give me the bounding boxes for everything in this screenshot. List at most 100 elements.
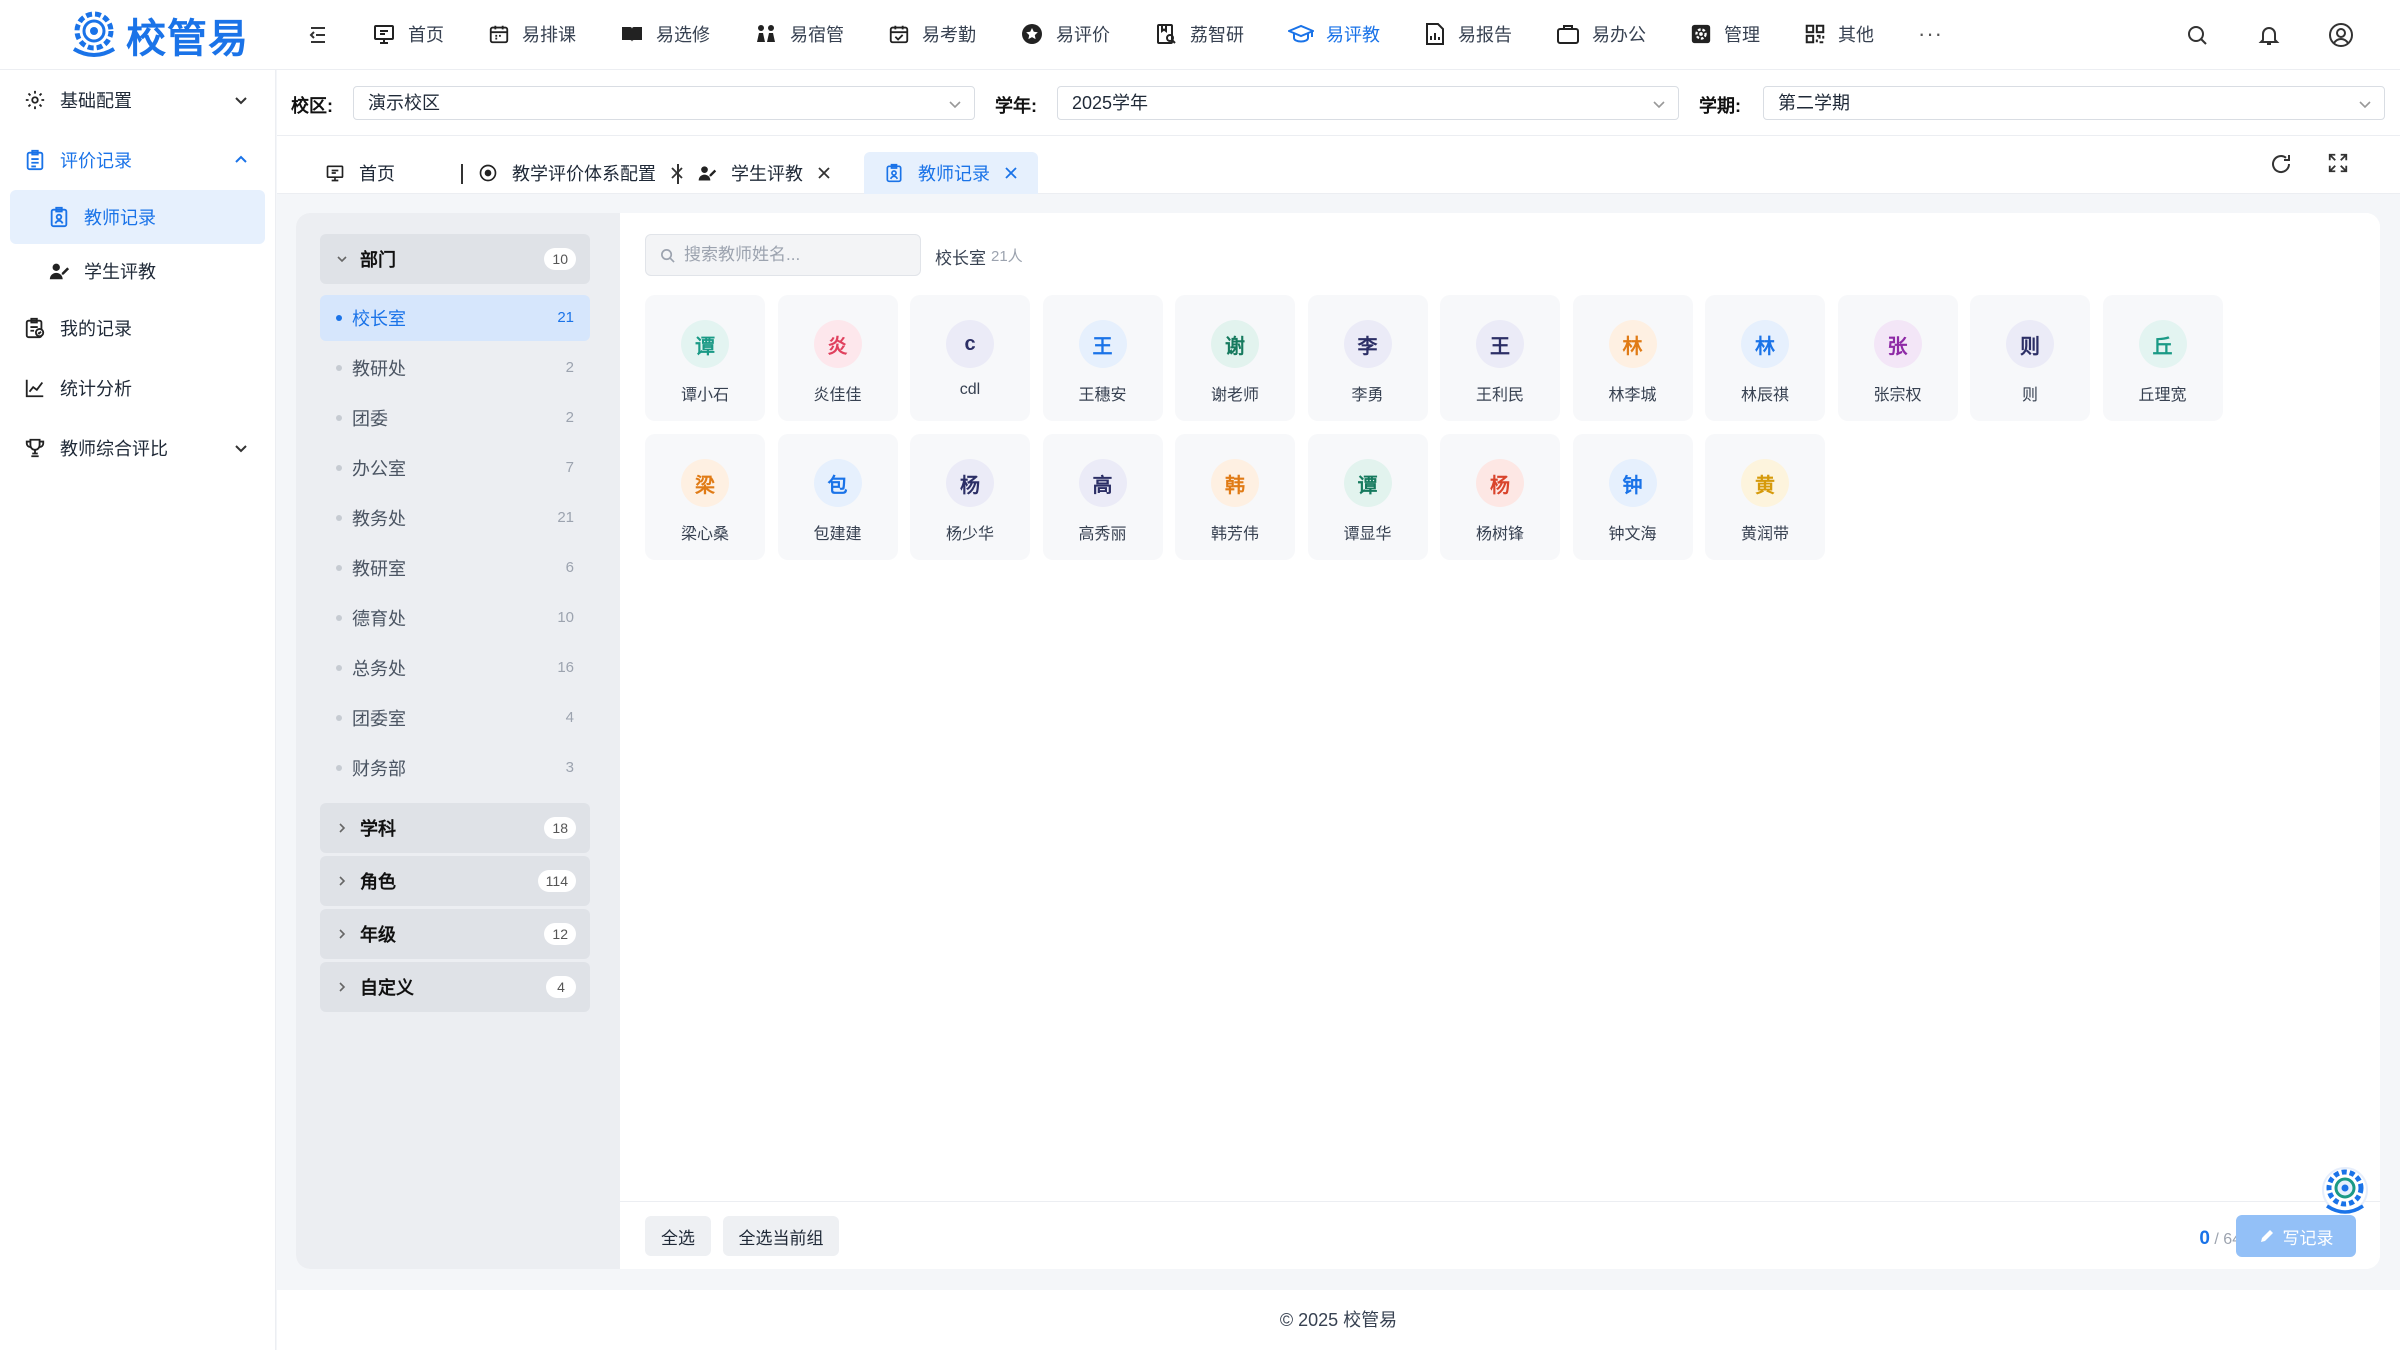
tab-teacher-records[interactable]: 教师记录 [864, 152, 1038, 194]
sidebar-item-statistics[interactable]: 统计分析 [0, 358, 275, 418]
nav-item-manage[interactable]: 管理 [1690, 0, 1760, 68]
nav-item-evaluation[interactable]: 易评价 [1020, 0, 1110, 68]
write-record-button[interactable]: 写记录 [2236, 1215, 2356, 1257]
group-item[interactable]: 学科 18 [320, 803, 590, 853]
group-label: 学科 [360, 819, 396, 839]
department-item[interactable]: 教务处 21 [320, 495, 590, 541]
teacher-name: 谭小石 [680, 387, 729, 404]
gear-icon [25, 90, 45, 110]
department-item[interactable]: 总务处 16 [320, 645, 590, 691]
teacher-name: 炎佳佳 [813, 387, 862, 404]
nav-label: 其他 [1838, 25, 1874, 45]
tab-label: 教学评价体系配置 [512, 164, 656, 184]
teacher-card[interactable]: 丘丘理宽 [2102, 295, 2223, 421]
sidebar-item-label: 统计分析 [60, 379, 132, 399]
sidebar-item-teacher-ranking[interactable]: 教师综合评比 [0, 418, 275, 478]
close-icon[interactable] [1004, 166, 1018, 180]
teacher-card[interactable]: 则则 [1970, 295, 2090, 421]
teacher-search[interactable] [645, 234, 921, 276]
bullet-dot [336, 715, 342, 721]
department-item[interactable]: 办公室 7 [320, 445, 590, 491]
teacher-card[interactable]: 林林李城 [1572, 295, 1693, 421]
sidebar-item-teacher-records[interactable]: 教师记录 [10, 190, 265, 244]
top-bar: 校管易 首页 易排课 易选修 易宿管 易考勤 易评价 荔智研 易评教 易报告 易… [0, 0, 2400, 70]
briefcase-icon [1557, 25, 1579, 44]
teacher-card[interactable]: 林林辰祺 [1705, 295, 1825, 421]
user-circle-icon [2329, 23, 2353, 47]
nav-item-other[interactable]: 其他 [1804, 0, 1874, 68]
nav-item-scheduling[interactable]: 易排课 [488, 0, 576, 68]
teacher-card[interactable]: 杨杨树锋 [1440, 434, 1560, 560]
teacher-avatar: 包 [813, 459, 862, 507]
teacher-card[interactable]: 黄黄润带 [1705, 434, 1825, 560]
sidebar-item-eval-records[interactable]: 评价记录 [0, 130, 275, 190]
nav-item-teaching-evaluation[interactable]: 易评教 [1288, 0, 1380, 68]
department-item[interactable]: 教研处 2 [320, 345, 590, 391]
department-item[interactable]: 校长室 21 [320, 295, 590, 341]
campus-value: 演示校区 [368, 93, 440, 113]
teacher-card[interactable]: 包包建建 [777, 434, 898, 560]
clipboard-user-icon [50, 206, 68, 228]
teacher-card[interactable]: 张张宗权 [1837, 295, 1958, 421]
sidebar-item-student-evaluation[interactable]: 学生评教 [10, 244, 265, 298]
group-item[interactable]: 角色 114 [320, 856, 590, 906]
term-select[interactable]: 第二学期 [1763, 86, 2385, 120]
teacher-card[interactable]: 梁梁心桑 [645, 434, 765, 560]
teacher-card[interactable]: 高高秀丽 [1042, 434, 1163, 560]
teacher-card[interactable]: 谭谭小石 [645, 295, 765, 421]
department-item[interactable]: 德育处 10 [320, 595, 590, 641]
tab-eval-config[interactable]: 教学评价体系配置 [438, 152, 684, 194]
nav-item-office[interactable]: 易办公 [1556, 0, 1646, 68]
nav-item-dormitory[interactable]: 易宿管 [754, 0, 844, 68]
menu-collapse-button[interactable] [305, 22, 331, 48]
tab-home[interactable]: 首页 [325, 152, 395, 194]
teacher-card[interactable]: 炎炎佳佳 [777, 295, 898, 421]
group-item[interactable]: 年级 12 [320, 909, 590, 959]
sidebar-item-basic-config[interactable]: 基础配置 [0, 70, 275, 130]
teacher-avatar: 王 [1476, 320, 1524, 368]
department-item[interactable]: 团委室 4 [320, 695, 590, 741]
nav-item-elective[interactable]: 易选修 [620, 0, 710, 68]
notification-button[interactable] [2254, 20, 2284, 50]
refresh-button[interactable] [2269, 152, 2295, 178]
group-item[interactable]: 自定义 4 [320, 962, 590, 1012]
department-item[interactable]: 教研室 6 [320, 545, 590, 591]
group-department[interactable]: 部门 10 [320, 234, 590, 284]
teacher-card[interactable]: 王王利民 [1440, 295, 1560, 421]
user-avatar-button[interactable] [2326, 20, 2356, 50]
teacher-card[interactable]: 谢谢老师 [1175, 295, 1295, 421]
search-button[interactable] [2182, 20, 2212, 50]
tab-bar: 首页 教学评价体系配置 学生评教 教师记录 [277, 136, 2400, 194]
chevron-down-icon [337, 256, 347, 263]
select-all-button[interactable]: 全选 [645, 1216, 711, 1256]
fullscreen-button[interactable] [2327, 152, 2353, 178]
search-input[interactable] [684, 235, 912, 275]
nav-more-button[interactable]: ··· [1918, 21, 1943, 47]
assistant-float-button[interactable] [2317, 1164, 2373, 1220]
sidebar-item-my-records[interactable]: 我的记录 [0, 298, 275, 358]
teacher-card[interactable]: c cdl [910, 295, 1030, 421]
department-count: 7 [565, 459, 574, 476]
department-item[interactable]: 财务部 3 [320, 745, 590, 791]
nav-item-report[interactable]: 易报告 [1424, 0, 1512, 68]
nav-item-research[interactable]: 荔智研 [1154, 0, 1244, 68]
teacher-card[interactable]: 钟钟文海 [1572, 434, 1693, 560]
tab-student-evaluation[interactable]: 学生评教 [697, 152, 831, 194]
teacher-card[interactable]: 韩韩芳伟 [1175, 434, 1295, 560]
teacher-card[interactable]: 谭谭显华 [1307, 434, 1428, 560]
logo[interactable]: 校管易 [68, 6, 249, 64]
teacher-card[interactable]: 杨杨少华 [910, 434, 1030, 560]
department-count: 3 [565, 759, 574, 776]
tab-separator [677, 164, 679, 184]
department-item[interactable]: 团委 2 [320, 395, 590, 441]
teacher-card[interactable]: 李李勇 [1307, 295, 1428, 421]
clipboard-user-icon [886, 163, 902, 183]
close-icon[interactable] [817, 166, 831, 180]
chevron-right-icon [339, 823, 346, 833]
nav-item-attendance[interactable]: 易考勤 [888, 0, 976, 68]
nav-item-home[interactable]: 首页 [372, 0, 444, 68]
year-select[interactable]: 2025学年 [1057, 86, 1679, 120]
campus-select[interactable]: 演示校区 [353, 86, 975, 120]
select-group-button[interactable]: 全选当前组 [723, 1216, 839, 1256]
teacher-card[interactable]: 王王穗安 [1042, 295, 1163, 421]
